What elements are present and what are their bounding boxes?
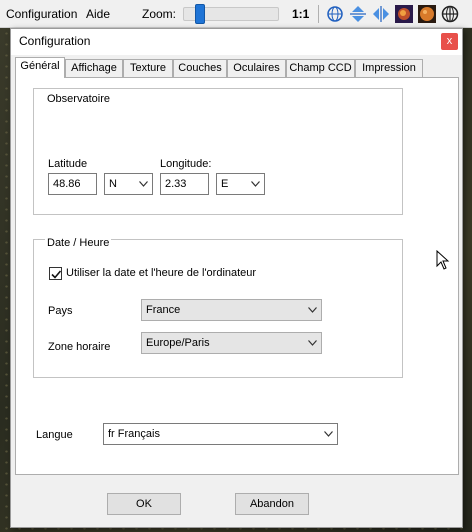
app-menubar: Configuration Aide Zoom: 1:1 bbox=[0, 0, 472, 28]
dialog-title: Configuration bbox=[19, 34, 91, 48]
latitude-input[interactable]: 48.86 bbox=[48, 173, 97, 195]
language-select[interactable]: fr Français bbox=[103, 423, 338, 445]
toolbar-separator bbox=[318, 5, 319, 23]
chevron-down-icon bbox=[324, 431, 333, 437]
cancel-button[interactable]: Abandon bbox=[235, 493, 309, 515]
configuration-dialog: Configuration x Général Affichage Textur… bbox=[10, 28, 463, 528]
mouse-cursor-icon bbox=[436, 250, 450, 270]
dialog-titlebar[interactable]: Configuration x bbox=[11, 29, 462, 55]
planet-icon[interactable] bbox=[418, 5, 436, 23]
datetime-group: Date / Heure Utiliser la date et l'heure… bbox=[33, 237, 403, 378]
mirror-vertical-icon[interactable] bbox=[349, 5, 367, 23]
menu-configuration[interactable]: Configuration bbox=[6, 7, 77, 21]
zoom-label: Zoom: bbox=[142, 7, 177, 21]
longitude-direction-value: E bbox=[221, 178, 229, 190]
chevron-down-icon bbox=[139, 181, 148, 187]
language-label: Langue bbox=[36, 429, 73, 441]
country-value: France bbox=[146, 304, 181, 316]
timezone-select[interactable]: Europe/Paris bbox=[141, 332, 322, 354]
tab-champ-ccd[interactable]: Champ CCD bbox=[286, 59, 355, 77]
menu-aide[interactable]: Aide bbox=[86, 7, 110, 21]
chevron-down-icon bbox=[308, 307, 317, 313]
tab-affichage[interactable]: Affichage bbox=[65, 59, 123, 77]
grid-icon[interactable] bbox=[441, 5, 459, 23]
language-value: fr Français bbox=[108, 428, 160, 440]
country-label: Pays bbox=[48, 305, 73, 317]
mirror-horizontal-icon[interactable] bbox=[372, 5, 390, 23]
zoom-slider-thumb[interactable] bbox=[195, 4, 205, 24]
chevron-down-icon bbox=[251, 181, 260, 187]
longitude-direction-select[interactable]: E bbox=[216, 173, 265, 195]
close-button[interactable]: x bbox=[441, 33, 458, 50]
zoom-ratio[interactable]: 1:1 bbox=[292, 7, 309, 21]
datetime-legend: Date / Heure bbox=[45, 237, 112, 249]
tab-impression[interactable]: Impression bbox=[355, 59, 423, 77]
use-system-time-checkbox[interactable] bbox=[49, 267, 62, 280]
longitude-input[interactable]: 2.33 bbox=[160, 173, 209, 195]
latitude-hemisphere-select[interactable]: N bbox=[104, 173, 153, 195]
latitude-label: Latitude bbox=[48, 158, 88, 170]
timezone-value: Europe/Paris bbox=[146, 337, 210, 349]
checkmark-icon bbox=[51, 270, 62, 279]
use-system-time-label[interactable]: Utiliser la date et l'heure de l'ordinat… bbox=[66, 267, 256, 279]
tab-oculaires[interactable]: Oculaires bbox=[227, 59, 286, 77]
country-select[interactable]: France bbox=[141, 299, 322, 321]
general-tab-panel: Observatoire Latitude 48.86 N Longitude:… bbox=[15, 77, 459, 475]
globe-grid-icon[interactable] bbox=[326, 5, 344, 23]
observatory-group: Observatoire Latitude 48.86 N Longitude:… bbox=[33, 88, 403, 215]
ok-button[interactable]: OK bbox=[107, 493, 181, 515]
tab-couches[interactable]: Couches bbox=[173, 59, 227, 77]
latitude-hemisphere-value: N bbox=[109, 178, 117, 190]
chevron-down-icon bbox=[308, 340, 317, 346]
longitude-label: Longitude: bbox=[160, 158, 212, 170]
nebula-icon[interactable] bbox=[395, 5, 413, 23]
timezone-label: Zone horaire bbox=[48, 341, 111, 353]
observatory-legend: Observatoire bbox=[45, 93, 112, 105]
tab-texture[interactable]: Texture bbox=[123, 59, 173, 77]
tab-general[interactable]: Général bbox=[15, 57, 65, 78]
